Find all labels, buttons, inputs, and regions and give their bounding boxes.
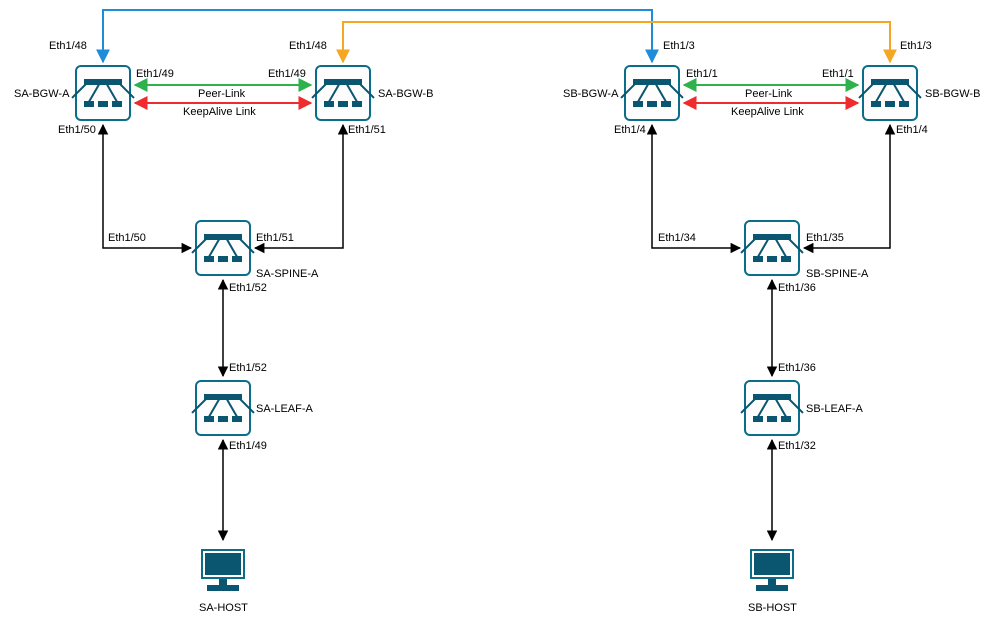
port-sa-bgw-a-48: Eth1/48 [49, 40, 87, 52]
port-sa-spine-50: Eth1/50 [108, 232, 146, 244]
switch-icon [195, 220, 251, 276]
port-sb-bgw-a-4: Eth1/4 [614, 124, 646, 136]
label-sb-leaf-a: SB-LEAF-A [806, 403, 863, 415]
node-sa-spine-a [195, 220, 251, 276]
switch-icon [195, 380, 251, 436]
port-sb-bgw-b-3: Eth1/3 [900, 40, 932, 52]
label-keepalive-sb: KeepAlive Link [731, 106, 804, 118]
port-sa-bgw-a-49: Eth1/49 [136, 68, 174, 80]
port-sa-bgw-b-49: Eth1/49 [268, 68, 306, 80]
link-sa-bgw-b-spine [255, 125, 343, 248]
link-layer [0, 0, 999, 633]
port-sb-spine-34: Eth1/34 [658, 232, 696, 244]
host-icon [744, 543, 800, 599]
link-dci-sa-bgw-a-to-sb-bgw-a [103, 10, 652, 62]
node-sb-spine-a [744, 220, 800, 276]
port-sa-bgw-b-51: Eth1/51 [348, 124, 386, 136]
label-peer-link-sa: Peer-Link [198, 88, 245, 100]
switch-icon [315, 65, 371, 121]
link-dci-sa-bgw-b-to-sb-bgw-b [343, 22, 890, 62]
node-sa-leaf-a [195, 380, 251, 436]
node-sa-host [195, 543, 251, 599]
port-sb-bgw-a-1: Eth1/1 [686, 68, 718, 80]
port-sa-spine-52t: Eth1/52 [229, 282, 267, 294]
node-sb-leaf-a [744, 380, 800, 436]
node-sa-bgw-b [315, 65, 371, 121]
label-sb-spine-a: SB-SPINE-A [806, 268, 868, 280]
label-sb-bgw-b: SB-BGW-B [925, 88, 980, 100]
host-icon [195, 543, 251, 599]
link-sb-bgw-a-spine [652, 125, 740, 248]
link-sa-bgw-a-spine [103, 125, 191, 248]
label-sa-host: SA-HOST [199, 602, 248, 614]
switch-icon [75, 65, 131, 121]
switch-icon [624, 65, 680, 121]
port-sa-bgw-a-50: Eth1/50 [58, 124, 96, 136]
diagram-canvas: SA-BGW-A SA-BGW-B SB-BGW-A SB-BGW-B SA-S… [0, 0, 999, 633]
port-sb-bgw-a-3: Eth1/3 [663, 40, 695, 52]
node-sb-bgw-a [624, 65, 680, 121]
port-sb-leaf-32: Eth1/32 [778, 440, 816, 452]
port-sa-spine-51: Eth1/51 [256, 232, 294, 244]
port-sb-spine-36t: Eth1/36 [778, 282, 816, 294]
link-sb-bgw-b-spine [804, 125, 890, 248]
node-sa-bgw-a [75, 65, 131, 121]
port-sa-bgw-b-48: Eth1/48 [289, 40, 327, 52]
node-sb-host [744, 543, 800, 599]
label-sb-bgw-a: SB-BGW-A [563, 88, 618, 100]
switch-icon [744, 220, 800, 276]
switch-icon [744, 380, 800, 436]
port-sb-leaf-36: Eth1/36 [778, 362, 816, 374]
label-sa-spine-a: SA-SPINE-A [256, 268, 318, 280]
switch-icon [862, 65, 918, 121]
port-sa-leaf-52: Eth1/52 [229, 362, 267, 374]
label-sa-bgw-b: SA-BGW-B [378, 88, 433, 100]
node-sb-bgw-b [862, 65, 918, 121]
label-keepalive-sa: KeepAlive Link [183, 106, 256, 118]
port-sb-spine-35: Eth1/35 [806, 232, 844, 244]
label-sa-bgw-a: SA-BGW-A [14, 88, 69, 100]
port-sb-bgw-b-4: Eth1/4 [896, 124, 928, 136]
port-sb-bgw-b-1: Eth1/1 [822, 68, 854, 80]
label-peer-link-sb: Peer-Link [745, 88, 792, 100]
label-sb-host: SB-HOST [748, 602, 797, 614]
label-sa-leaf-a: SA-LEAF-A [256, 403, 313, 415]
port-sa-leaf-49: Eth1/49 [229, 440, 267, 452]
